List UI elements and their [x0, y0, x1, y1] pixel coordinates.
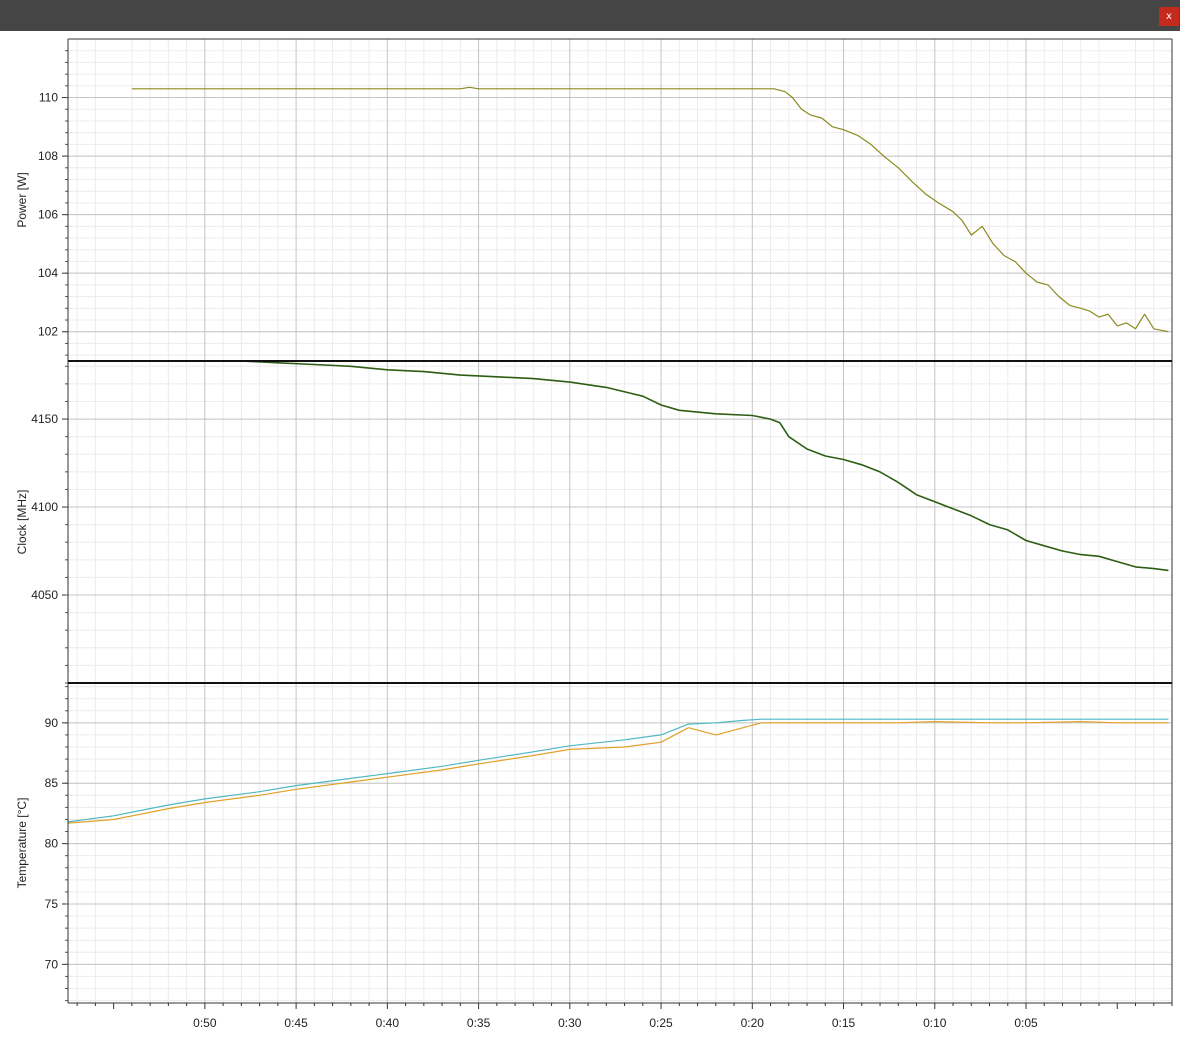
- x-tick-label: 0:10: [923, 1016, 947, 1030]
- y-tick-label: 106: [38, 208, 58, 222]
- y-tick-label: 70: [45, 957, 59, 971]
- window-titlebar: x: [0, 0, 1180, 31]
- x-tick-label: 0:35: [467, 1016, 491, 1030]
- y-tick-label: 75: [45, 897, 59, 911]
- x-tick-label: 0:15: [832, 1016, 856, 1030]
- series-line-1-0: [131, 360, 1169, 572]
- y-axis-title: Clock [MHz]: [15, 490, 29, 555]
- y-tick-label: 85: [45, 776, 59, 790]
- y-tick-label: 80: [45, 837, 59, 851]
- y-tick-label: 110: [39, 91, 58, 105]
- y-tick-label: 90: [45, 716, 59, 730]
- y-axis-title: Temperature [°C]: [15, 798, 29, 889]
- x-tick-label: 0:05: [1014, 1016, 1038, 1030]
- y-tick-label: 4150: [31, 412, 58, 426]
- chart-area: 102 104 106 108 110 Power [W] 4050 4100 4150 Cloc…: [15, 38, 1173, 1030]
- y-tick-label: 4050: [31, 588, 58, 602]
- y-tick-label: 4100: [31, 500, 58, 514]
- x-tick-label: 0:45: [284, 1016, 308, 1030]
- x-tick-label: 0:25: [649, 1016, 673, 1030]
- y-axis-title: Power [W]: [15, 172, 29, 227]
- series-line-0-0: [131, 86, 1169, 333]
- x-tick-label: 0:30: [558, 1016, 582, 1030]
- close-button[interactable]: x: [1159, 7, 1179, 26]
- y-tick-label: 102: [38, 325, 58, 339]
- x-tick-label: 0:40: [376, 1016, 400, 1030]
- y-tick-label: 104: [38, 266, 58, 280]
- y-tick-label: 108: [38, 149, 58, 163]
- x-tick-label: 0:20: [741, 1016, 765, 1030]
- x-tick-label: 0:50: [193, 1016, 217, 1030]
